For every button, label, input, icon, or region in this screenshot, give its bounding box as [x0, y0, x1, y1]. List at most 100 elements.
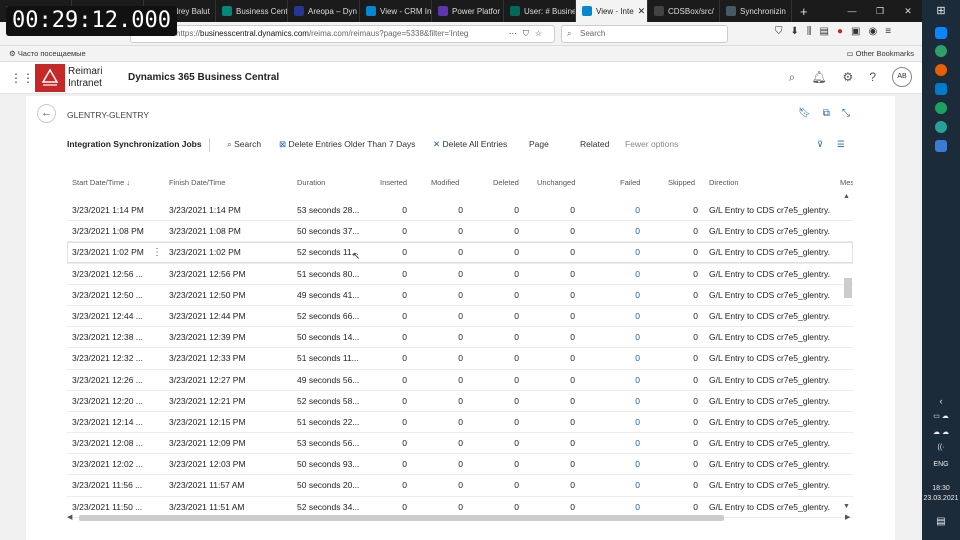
- minimize-button[interactable]: —: [838, 0, 866, 22]
- cell-start[interactable]: 3/23/2021 11:50 ...: [72, 502, 142, 512]
- cell-failed[interactable]: 0: [610, 269, 640, 279]
- cell-failed[interactable]: 0: [610, 332, 640, 342]
- tray-icons[interactable]: ▭ ☁: [922, 412, 960, 420]
- col-finish[interactable]: Finish Date/Time: [169, 178, 225, 187]
- horizontal-scrollbar[interactable]: ◀ ▶: [67, 513, 853, 523]
- cell-failed[interactable]: 0: [610, 353, 640, 363]
- help-icon[interactable]: ?: [869, 70, 876, 84]
- search-icon[interactable]: ⌕: [789, 70, 796, 85]
- cell-failed[interactable]: 0: [610, 247, 640, 257]
- tray-expand-icon[interactable]: ‹: [922, 396, 960, 406]
- cell-failed[interactable]: 0: [610, 417, 640, 427]
- clock-time[interactable]: 18:30: [922, 485, 960, 492]
- windows-start-icon[interactable]: ⊞: [922, 4, 960, 17]
- vertical-scrollbar[interactable]: ▲ ▼: [843, 193, 853, 513]
- search-action[interactable]: ⌕ Search: [227, 139, 261, 150]
- account-icon[interactable]: ◉: [868, 26, 877, 37]
- col-inserted[interactable]: Inserted: [380, 178, 407, 187]
- table-row[interactable]: 3/23/2021 11:56 ... 3/23/2021 11:57 AM 50 …: [67, 475, 853, 497]
- pocket-icon[interactable]: ⛉: [775, 26, 783, 37]
- col-duration[interactable]: Duration: [297, 178, 325, 187]
- delete-old-entries-button[interactable]: ⊠ Delete Entries Older Than 7 Days: [279, 139, 415, 150]
- scroll-up-icon[interactable]: ▲: [843, 193, 850, 200]
- browser-tab[interactable]: Areopa – Dyn: [288, 0, 360, 22]
- open-new-window-icon[interactable]: ⧉: [823, 108, 830, 119]
- table-row[interactable]: 3/23/2021 1:14 PM 3/23/2021 1:14 PM 53 sec…: [67, 200, 853, 222]
- scroll-thumb[interactable]: [844, 278, 852, 298]
- table-row[interactable]: 3/23/2021 1:02 PM 3/23/2021 1:02 PM 52 sec…: [67, 242, 853, 264]
- notification-bell-icon[interactable]: 🔔︎: [811, 70, 826, 84]
- menu-icon[interactable]: ≡: [885, 26, 891, 37]
- filter-icon[interactable]: ⊽: [817, 139, 823, 150]
- list-view-icon[interactable]: ☰: [837, 139, 845, 150]
- search-box[interactable]: ⌕ Search: [561, 25, 728, 43]
- cell-start[interactable]: 3/23/2021 12:56 ...: [72, 269, 143, 279]
- cell-failed[interactable]: 0: [610, 396, 640, 406]
- cell-start[interactable]: 3/23/2021 12:08 ...: [72, 438, 143, 448]
- table-row[interactable]: 3/23/2021 12:20 ... 3/23/2021 12:21 PM 52 …: [67, 391, 853, 412]
- app-icon-3[interactable]: [935, 140, 947, 152]
- cell-failed[interactable]: 0: [610, 459, 640, 469]
- table-row[interactable]: 3/23/2021 12:38 ... 3/23/2021 12:39 PM 50 …: [67, 327, 853, 349]
- table-row[interactable]: 3/23/2021 12:26 ... 3/23/2021 12:27 PM 49 …: [67, 370, 853, 391]
- browser-tab[interactable]: View - Inte ✕: [576, 0, 648, 22]
- avatar[interactable]: AB: [892, 67, 912, 87]
- app-icon-2[interactable]: [935, 121, 947, 133]
- bookmark-icon[interactable]: 🔖︎: [798, 108, 811, 119]
- cell-start[interactable]: 3/23/2021 12:50 ...: [72, 290, 143, 300]
- cell-start[interactable]: 3/23/2021 11:56 ...: [72, 480, 142, 490]
- table-row[interactable]: 3/23/2021 12:44 ... 3/23/2021 12:44 PM 52 …: [67, 306, 853, 328]
- adblock-icon[interactable]: ●: [837, 26, 843, 37]
- table-row[interactable]: 3/23/2021 12:56 ... 3/23/2021 12:56 PM 51 …: [67, 264, 853, 285]
- cell-failed[interactable]: 0: [610, 226, 640, 236]
- col-start[interactable]: Start Date/Time ↓: [72, 178, 130, 187]
- reader-icon[interactable]: ▣: [851, 26, 860, 37]
- col-failed[interactable]: Failed: [620, 178, 640, 187]
- notifications-icon[interactable]: ▤: [922, 516, 960, 527]
- col-unchanged[interactable]: Unchanged: [537, 178, 575, 187]
- cell-failed[interactable]: 0: [610, 502, 640, 512]
- cell-start[interactable]: 3/23/2021 1:08 PM: [72, 226, 144, 236]
- language-indicator[interactable]: ENG: [922, 461, 960, 468]
- scroll-down-icon[interactable]: ▼: [843, 503, 850, 510]
- cell-failed[interactable]: 0: [610, 290, 640, 300]
- page-actions-icon[interactable]: ⋯⛉☆: [509, 26, 548, 42]
- cell-start[interactable]: 3/23/2021 1:14 PM: [72, 205, 144, 215]
- browser-tab[interactable]: Business Cent: [216, 0, 288, 22]
- table-row[interactable]: 3/23/2021 12:08 ... 3/23/2021 12:09 PM 53 …: [67, 433, 853, 455]
- cell-start[interactable]: 3/23/2021 12:32 ...: [72, 353, 143, 363]
- cell-start[interactable]: 3/23/2021 12:44 ...: [72, 311, 143, 321]
- download-icon[interactable]: ⬇: [791, 26, 799, 37]
- cell-start[interactable]: 3/23/2021 12:14 ...: [72, 417, 143, 427]
- cell-failed[interactable]: 0: [610, 311, 640, 321]
- scroll-right-icon[interactable]: ▶: [845, 513, 850, 521]
- table-row[interactable]: 3/23/2021 1:08 PM 3/23/2021 1:08 PM 50 sec…: [67, 221, 853, 243]
- cell-failed[interactable]: 0: [610, 438, 640, 448]
- network-icon[interactable]: ((·: [922, 444, 960, 451]
- related-menu[interactable]: Related: [580, 139, 609, 149]
- col-message[interactable]: Mes: [840, 178, 853, 187]
- close-window-button[interactable]: ✕: [894, 0, 922, 22]
- row-actions-icon[interactable]: ⋮: [152, 247, 162, 258]
- sidebar-icon[interactable]: ▤: [820, 26, 829, 37]
- page-menu[interactable]: Page: [529, 139, 549, 149]
- delete-all-entries-button[interactable]: ✕ Delete All Entries: [433, 139, 507, 150]
- browser-tab[interactable]: Synchronizin: [720, 0, 792, 22]
- table-row[interactable]: 3/23/2021 12:02 ... 3/23/2021 12:03 PM 50 …: [67, 454, 853, 476]
- col-skipped[interactable]: Skipped: [668, 178, 695, 187]
- col-deleted[interactable]: Deleted: [493, 178, 519, 187]
- close-tab-icon[interactable]: ✕: [638, 6, 646, 17]
- browser-tab[interactable]: View - CRM In: [360, 0, 432, 22]
- back-button[interactable]: ←: [37, 104, 56, 123]
- settings-gear-icon[interactable]: ⚙: [843, 70, 854, 84]
- table-row[interactable]: 3/23/2021 12:50 ... 3/23/2021 12:50 PM 49 …: [67, 285, 853, 306]
- cell-start[interactable]: 3/23/2021 12:38 ...: [72, 332, 143, 342]
- chrome-icon[interactable]: [935, 45, 947, 57]
- library-icon[interactable]: ⫼: [807, 26, 812, 37]
- col-modified[interactable]: Modified: [431, 178, 459, 187]
- address-bar[interactable]: https://businesscentral.dynamics.com/rei…: [130, 25, 555, 43]
- cell-start[interactable]: 3/23/2021 12:20 ...: [72, 396, 143, 406]
- clock-date[interactable]: 23.03.2021: [922, 495, 960, 502]
- new-tab-button[interactable]: +: [792, 4, 816, 19]
- cell-failed[interactable]: 0: [610, 375, 640, 385]
